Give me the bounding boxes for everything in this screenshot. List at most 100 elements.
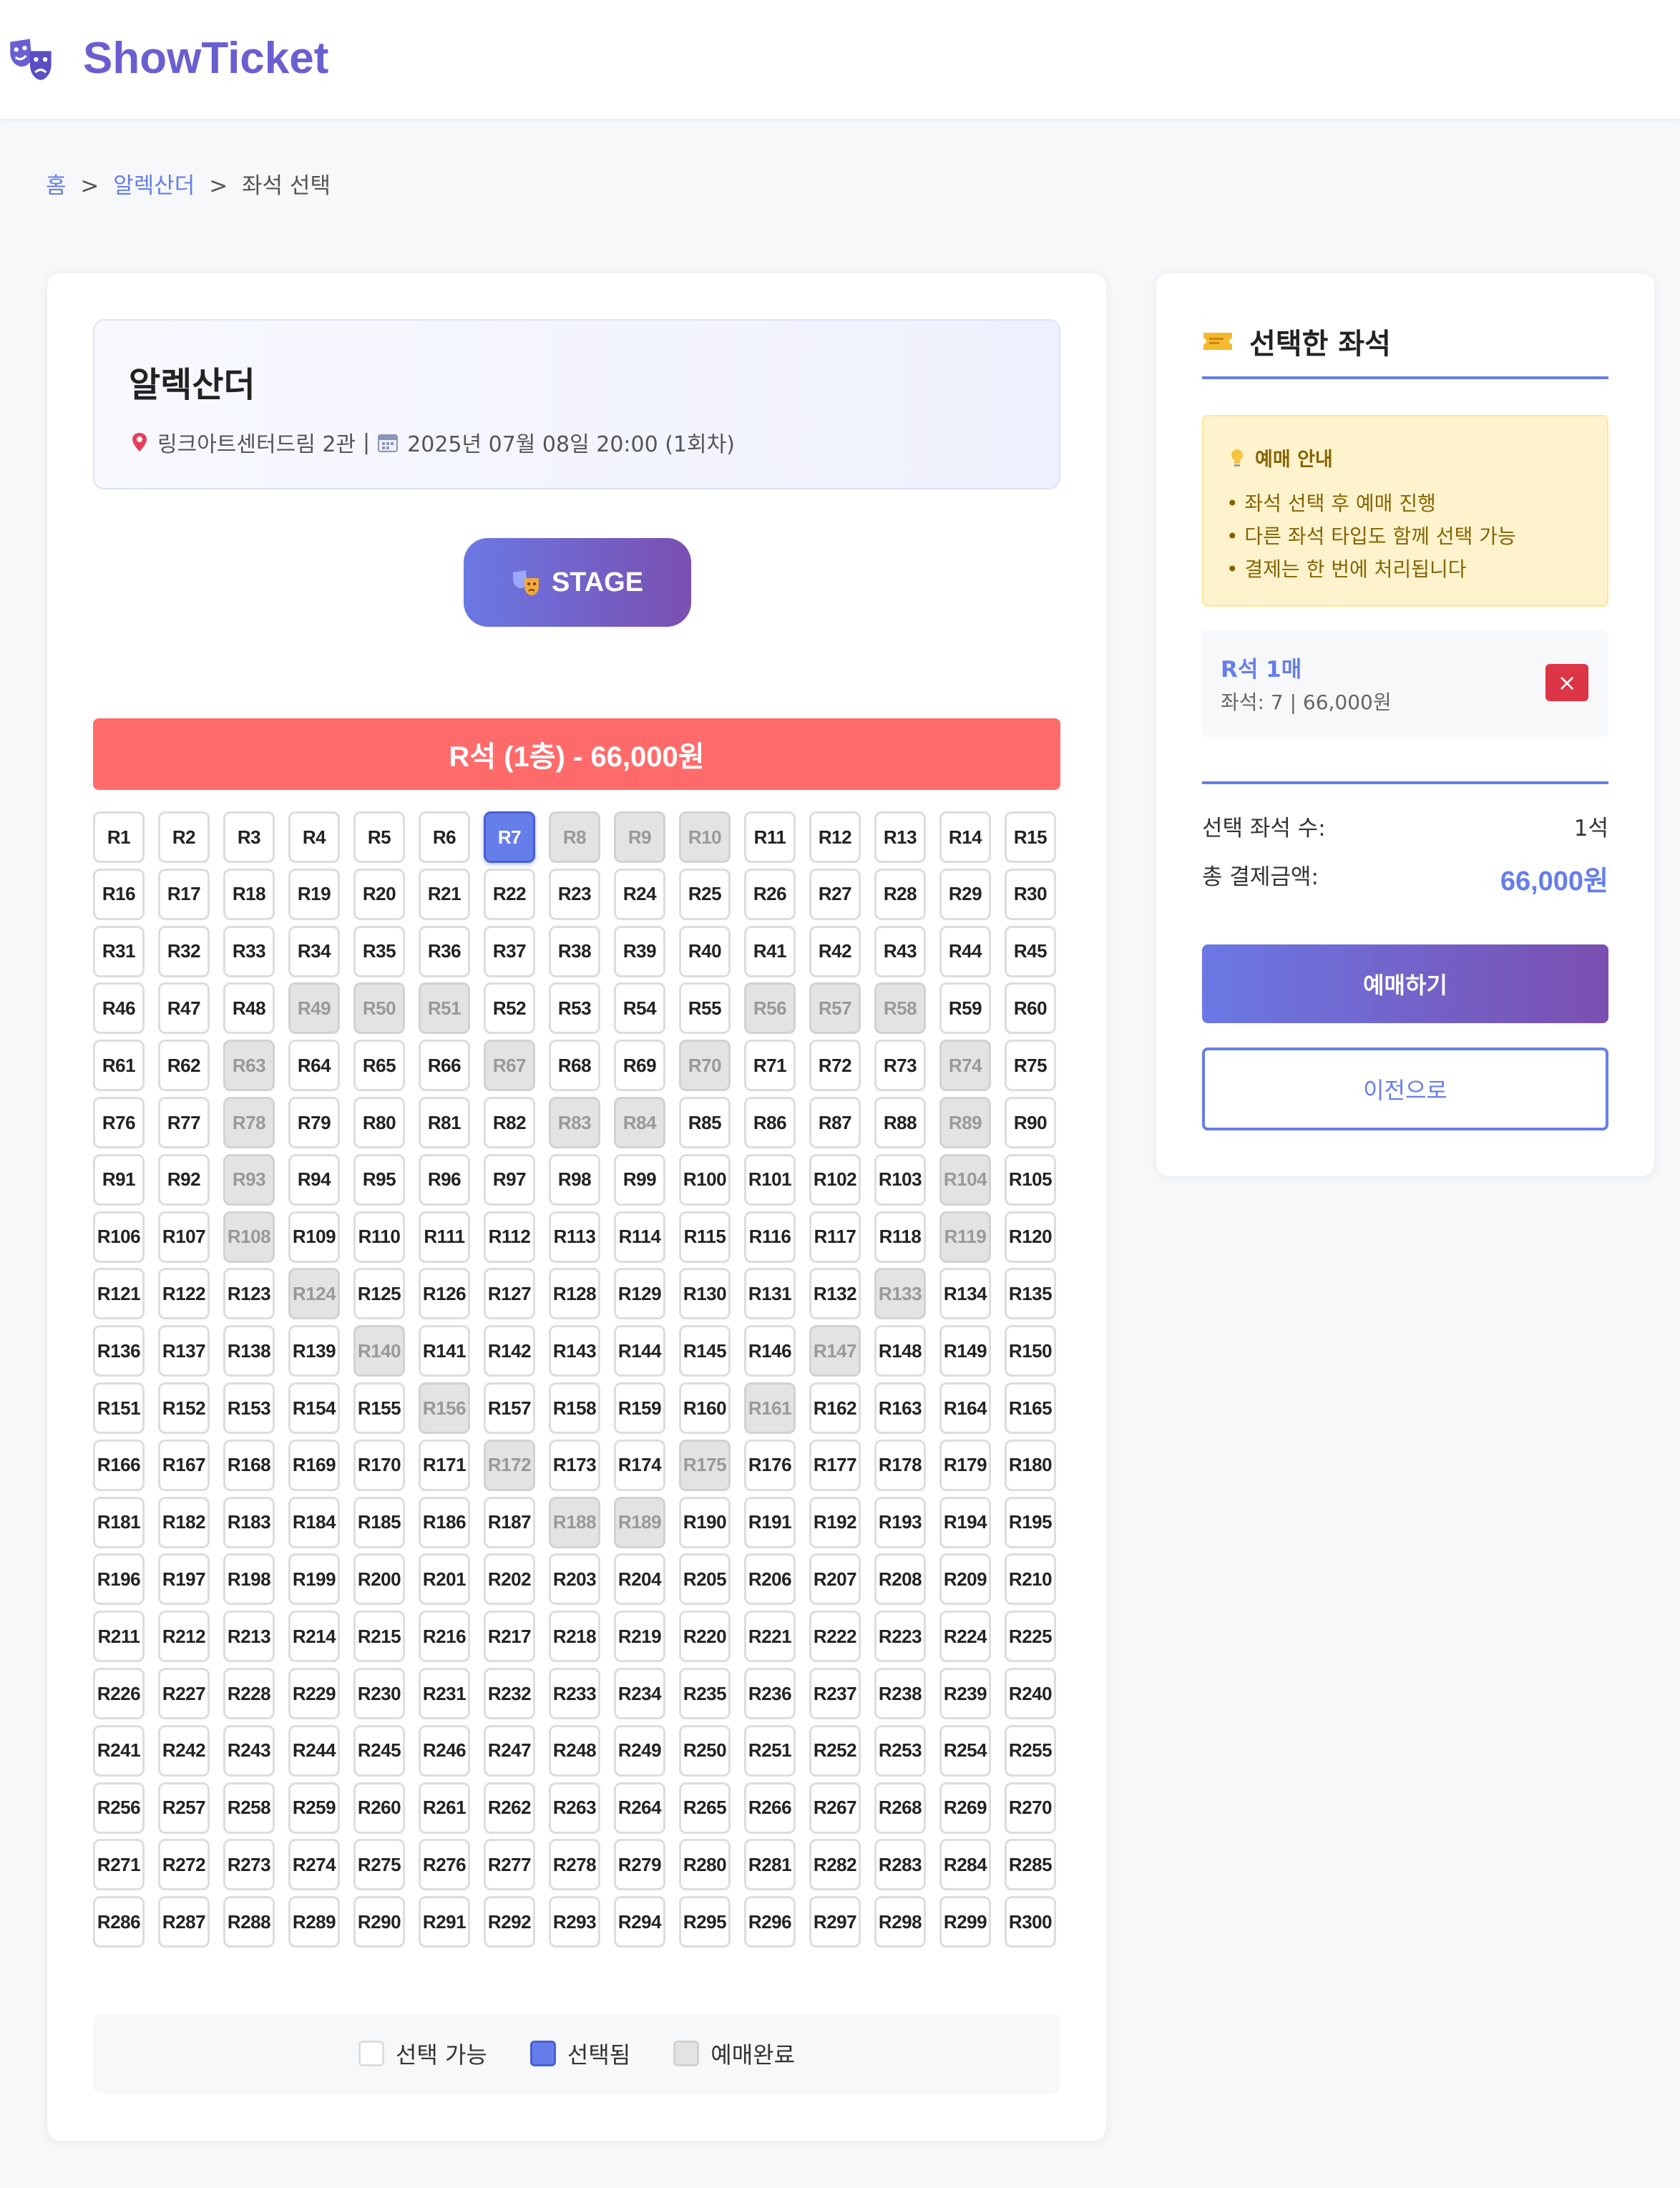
seat-R15[interactable]: R15 (1005, 811, 1056, 863)
seat-R68[interactable]: R68 (549, 1040, 600, 1092)
seat-R114[interactable]: R114 (614, 1211, 665, 1263)
seat-R7[interactable]: R7 (484, 811, 535, 863)
seat-R222[interactable]: R222 (809, 1611, 861, 1663)
seat-R96[interactable]: R96 (419, 1153, 470, 1206)
seat-R225[interactable]: R225 (1005, 1611, 1056, 1663)
seat-R52[interactable]: R52 (484, 982, 535, 1035)
seat-R263[interactable]: R263 (549, 1782, 600, 1834)
seat-R26[interactable]: R26 (744, 868, 796, 920)
seat-R71[interactable]: R71 (744, 1040, 796, 1092)
seat-R46[interactable]: R46 (93, 982, 145, 1035)
seat-R65[interactable]: R65 (353, 1040, 405, 1092)
seat-R257[interactable]: R257 (158, 1782, 210, 1834)
seat-R166[interactable]: R166 (93, 1439, 145, 1491)
seat-R266[interactable]: R266 (744, 1782, 796, 1834)
seat-R126[interactable]: R126 (419, 1268, 470, 1320)
seat-R105[interactable]: R105 (1005, 1153, 1056, 1206)
seat-R272[interactable]: R272 (158, 1839, 210, 1891)
seat-R267[interactable]: R267 (809, 1782, 861, 1834)
seat-R151[interactable]: R151 (93, 1382, 145, 1434)
seat-R243[interactable]: R243 (223, 1724, 275, 1777)
seat-R176[interactable]: R176 (744, 1439, 796, 1491)
seat-R196[interactable]: R196 (93, 1553, 145, 1606)
seat-R73[interactable]: R73 (874, 1040, 926, 1092)
seat-R129[interactable]: R129 (614, 1268, 665, 1320)
seat-R121[interactable]: R121 (93, 1268, 145, 1320)
seat-R61[interactable]: R61 (93, 1040, 145, 1092)
seat-R82[interactable]: R82 (484, 1097, 535, 1148)
seat-R215[interactable]: R215 (353, 1611, 405, 1663)
seat-R38[interactable]: R38 (549, 925, 600, 977)
seat-R5[interactable]: R5 (353, 811, 405, 863)
seat-R113[interactable]: R113 (549, 1211, 600, 1263)
seat-R251[interactable]: R251 (744, 1724, 796, 1777)
seat-R143[interactable]: R143 (549, 1325, 600, 1377)
seat-R62[interactable]: R62 (158, 1040, 210, 1092)
seat-R66[interactable]: R66 (419, 1040, 470, 1092)
seat-R219[interactable]: R219 (614, 1611, 665, 1663)
seat-R265[interactable]: R265 (679, 1782, 731, 1834)
seat-R27[interactable]: R27 (809, 868, 861, 920)
seat-R81[interactable]: R81 (419, 1097, 470, 1148)
seat-R127[interactable]: R127 (484, 1268, 535, 1320)
seat-R248[interactable]: R248 (549, 1724, 600, 1777)
seat-R117[interactable]: R117 (809, 1211, 861, 1263)
seat-R14[interactable]: R14 (939, 811, 991, 863)
seat-R277[interactable]: R277 (484, 1839, 535, 1891)
seat-R132[interactable]: R132 (809, 1268, 861, 1320)
seat-R276[interactable]: R276 (419, 1839, 470, 1891)
seat-R112[interactable]: R112 (484, 1211, 535, 1263)
seat-R256[interactable]: R256 (93, 1782, 145, 1834)
seat-R107[interactable]: R107 (158, 1211, 210, 1263)
seat-R213[interactable]: R213 (223, 1611, 275, 1663)
seat-R181[interactable]: R181 (93, 1496, 145, 1548)
seat-R134[interactable]: R134 (939, 1268, 991, 1320)
seat-R254[interactable]: R254 (939, 1724, 991, 1777)
seat-R300[interactable]: R300 (1005, 1896, 1056, 1948)
seat-R186[interactable]: R186 (419, 1496, 470, 1548)
seat-R162[interactable]: R162 (809, 1382, 861, 1434)
seat-R211[interactable]: R211 (93, 1611, 145, 1663)
seat-R281[interactable]: R281 (744, 1839, 796, 1891)
seat-R18[interactable]: R18 (223, 868, 275, 920)
seat-R235[interactable]: R235 (679, 1668, 731, 1719)
seat-R32[interactable]: R32 (158, 925, 210, 977)
seat-R150[interactable]: R150 (1005, 1325, 1056, 1377)
seat-R193[interactable]: R193 (874, 1496, 926, 1548)
seat-R159[interactable]: R159 (614, 1382, 665, 1434)
seat-R80[interactable]: R80 (353, 1097, 405, 1148)
back-button[interactable]: 이전으로 (1202, 1047, 1608, 1130)
seat-R296[interactable]: R296 (744, 1896, 796, 1948)
seat-R92[interactable]: R92 (158, 1153, 210, 1206)
seat-R239[interactable]: R239 (939, 1668, 991, 1719)
seat-R48[interactable]: R48 (223, 982, 275, 1035)
seat-R287[interactable]: R287 (158, 1896, 210, 1948)
seat-R54[interactable]: R54 (614, 982, 665, 1035)
seat-R241[interactable]: R241 (93, 1724, 145, 1777)
seat-R202[interactable]: R202 (484, 1553, 535, 1606)
seat-R95[interactable]: R95 (353, 1153, 405, 1206)
seat-R102[interactable]: R102 (809, 1153, 861, 1206)
seat-R100[interactable]: R100 (679, 1153, 731, 1206)
seat-R154[interactable]: R154 (288, 1382, 340, 1434)
seat-R293[interactable]: R293 (549, 1896, 600, 1948)
seat-R230[interactable]: R230 (353, 1668, 405, 1719)
book-button[interactable]: 예매하기 (1202, 944, 1608, 1023)
seat-R139[interactable]: R139 (288, 1325, 340, 1377)
seat-R22[interactable]: R22 (484, 868, 535, 920)
seat-R245[interactable]: R245 (353, 1724, 405, 1777)
seat-R86[interactable]: R86 (744, 1097, 796, 1148)
seat-R223[interactable]: R223 (874, 1611, 926, 1663)
seat-R37[interactable]: R37 (484, 925, 535, 977)
seat-R145[interactable]: R145 (679, 1325, 731, 1377)
seat-R264[interactable]: R264 (614, 1782, 665, 1834)
seat-R273[interactable]: R273 (223, 1839, 275, 1891)
seat-R255[interactable]: R255 (1005, 1724, 1056, 1777)
seat-R231[interactable]: R231 (419, 1668, 470, 1719)
seat-R295[interactable]: R295 (679, 1896, 731, 1948)
seat-R269[interactable]: R269 (939, 1782, 991, 1834)
seat-R1[interactable]: R1 (93, 811, 145, 863)
seat-R11[interactable]: R11 (744, 811, 796, 863)
seat-R122[interactable]: R122 (158, 1268, 210, 1320)
seat-R168[interactable]: R168 (223, 1439, 275, 1491)
